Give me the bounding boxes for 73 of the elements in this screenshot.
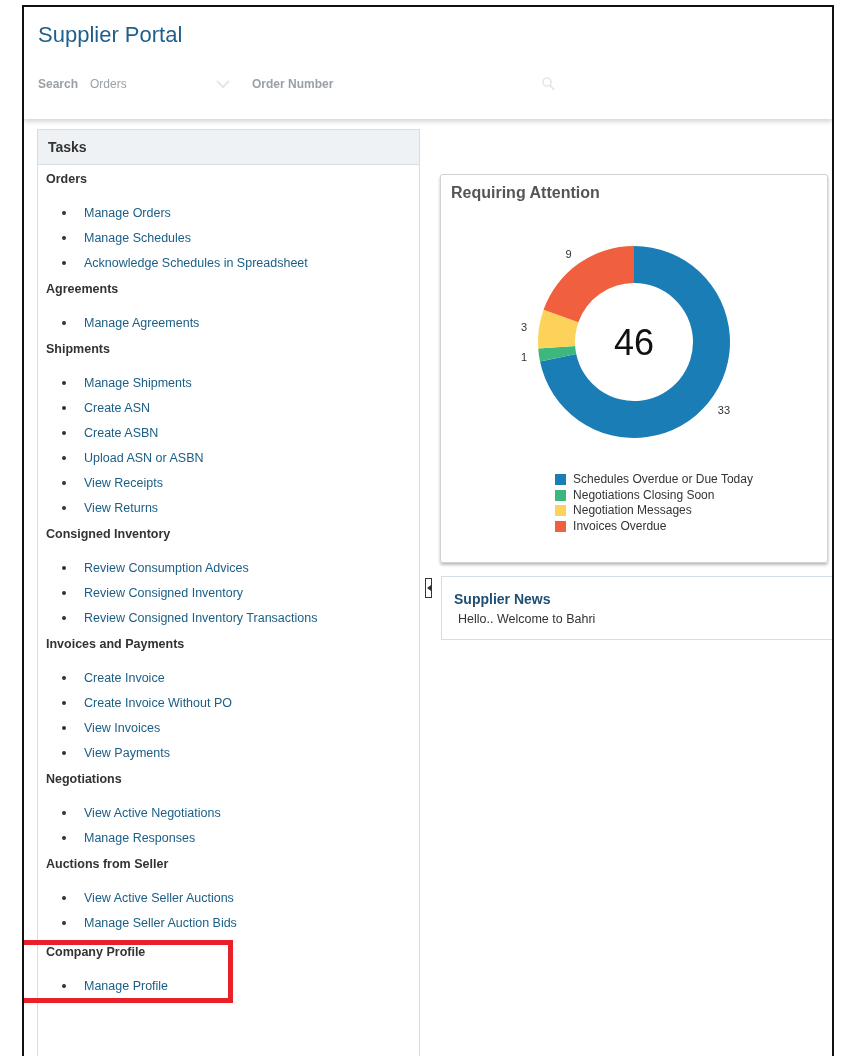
task-link[interactable]: View Active Seller Auctions (84, 890, 234, 905)
legend-label: Invoices Overdue (573, 518, 667, 534)
news-text: Hello.. Welcome to Bahri (457, 612, 597, 626)
bullet-icon (62, 725, 66, 730)
legend-label: Schedules Overdue or Due Today (573, 472, 753, 488)
task-link[interactable]: Manage Agreements (84, 315, 200, 330)
task-link[interactable]: Review Consumption Advices (84, 560, 249, 575)
task-link[interactable]: Manage Responses (84, 830, 196, 845)
bullet-icon (62, 920, 66, 925)
slice-value: 9 (565, 247, 572, 260)
task-link[interactable]: Upload ASN or ASBN (84, 450, 204, 465)
task-link[interactable]: Create ASBN (84, 425, 159, 440)
section-heading: Consigned Inventory (46, 527, 172, 543)
bullet-icon (62, 983, 66, 988)
bullet-icon (62, 430, 66, 435)
section-heading: Auctions from Seller (46, 857, 170, 873)
task-link[interactable]: Review Consigned Inventory Transactions (84, 610, 318, 625)
bullet-icon (62, 810, 66, 815)
search-label: Search (38, 77, 79, 91)
section-heading: Agreements (46, 282, 120, 298)
bullet-icon (62, 895, 66, 900)
bullet-icon (62, 615, 66, 620)
bullet-icon (62, 700, 66, 705)
task-link[interactable]: View Invoices (84, 720, 161, 735)
bullet-icon (62, 260, 66, 265)
bullet-icon (62, 210, 66, 215)
donut-slice[interactable] (543, 246, 634, 323)
task-link[interactable]: View Receipts (84, 475, 163, 490)
legend-label: Negotiation Messages (573, 503, 692, 519)
section-heading: Company Profile (46, 945, 147, 961)
card-title: Requiring Attention (451, 184, 601, 202)
bullet-icon (62, 590, 66, 595)
chevron-down-icon (216, 79, 231, 89)
tasks-header: Tasks (38, 130, 419, 165)
task-link[interactable]: Create ASN (84, 400, 150, 415)
task-link[interactable]: Acknowledge Schedules in Spreadsheet (84, 255, 308, 270)
bullet-icon (62, 505, 66, 510)
legend-label: Negotiations Closing Soon (573, 487, 715, 503)
task-link[interactable]: Create Invoice Without PO (84, 695, 232, 710)
slice-value: 3 (520, 321, 527, 334)
bullet-icon (62, 405, 66, 410)
section-heading: Invoices and Payments (46, 637, 186, 653)
section-heading: Negotiations (46, 772, 123, 788)
donut-slice[interactable] (538, 346, 577, 362)
bullet-icon (62, 320, 66, 325)
donut-slice[interactable] (540, 246, 730, 438)
news-title: Supplier News (454, 591, 552, 607)
slice-value: 33 (717, 404, 731, 417)
task-link[interactable]: Create Invoice (84, 670, 165, 685)
bullet-icon (62, 675, 66, 680)
bullet-icon (62, 380, 66, 385)
task-link[interactable]: View Payments (84, 745, 170, 760)
task-link[interactable]: Manage Shipments (84, 375, 192, 390)
section-heading: Orders (46, 172, 88, 188)
bullet-icon (62, 455, 66, 460)
total-count: 46 (614, 322, 654, 363)
donut-slice[interactable] (538, 309, 579, 349)
slice-value: 1 (520, 350, 527, 363)
bullet-icon (62, 835, 66, 840)
task-link[interactable]: Manage Schedules (84, 230, 192, 245)
portal-title: Supplier Portal (38, 21, 184, 48)
section-heading: Shipments (46, 342, 111, 358)
bullet-icon (62, 480, 66, 485)
task-link[interactable]: View Active Negotiations (84, 805, 221, 820)
task-link[interactable]: View Returns (84, 500, 159, 515)
bullet-icon (62, 750, 66, 755)
bullet-icon (62, 235, 66, 240)
task-link[interactable]: Review Consigned Inventory (84, 585, 244, 600)
task-link[interactable]: Manage Profile (84, 978, 169, 993)
bullet-icon (62, 565, 66, 570)
task-link[interactable]: Manage Seller Auction Bids (84, 915, 237, 930)
collapse-handle[interactable] (425, 578, 432, 598)
task-link[interactable]: Manage Orders (84, 205, 171, 220)
